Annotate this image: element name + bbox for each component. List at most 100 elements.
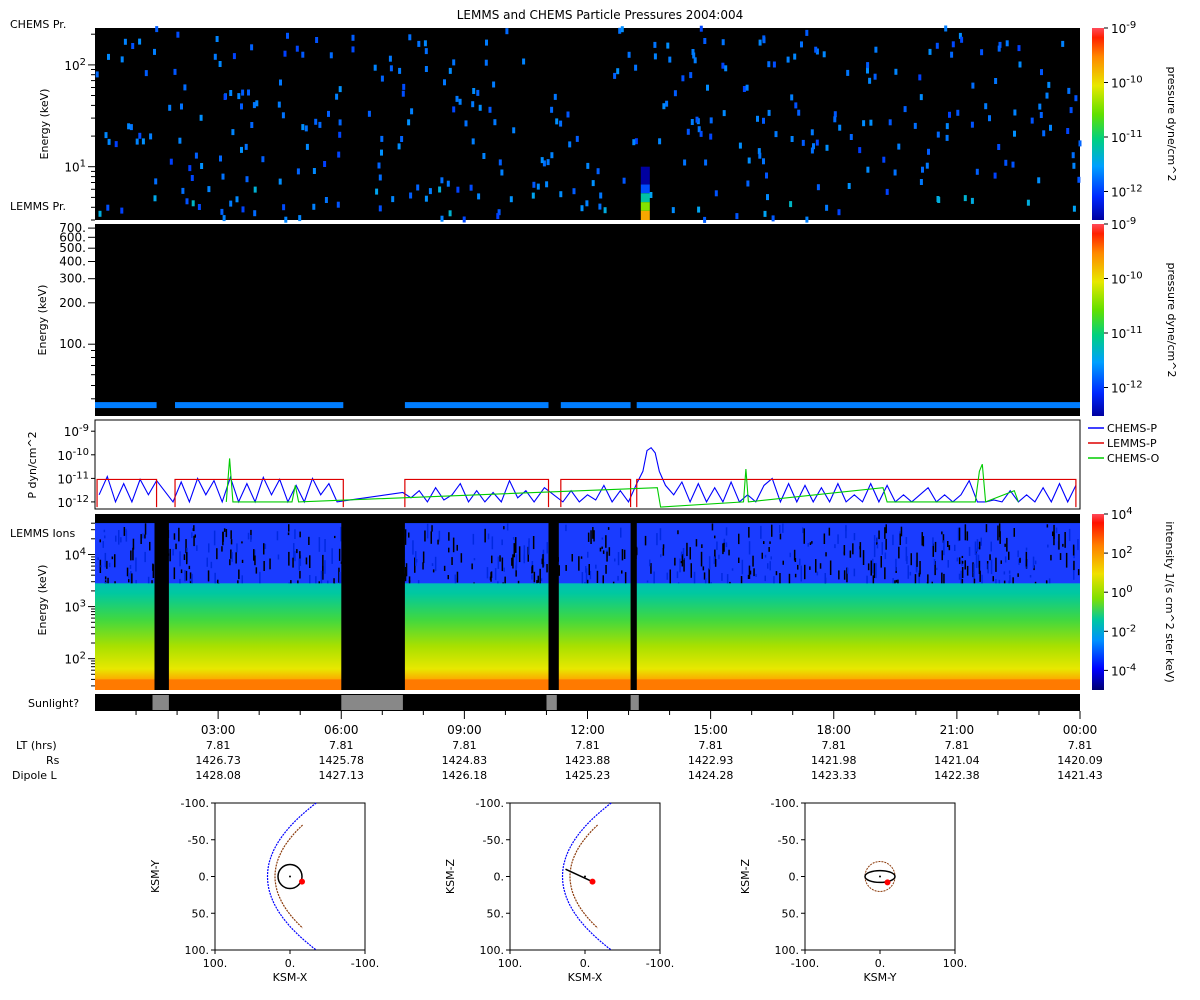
chems-pixel [745,84,749,91]
chems-pixel [464,120,468,127]
ions-speckle [494,568,497,581]
ions-speckle [681,554,684,567]
chems-pixel [455,95,459,102]
ions-speckle [193,535,195,547]
ions-speckle [644,535,647,546]
chems-pixel [709,117,713,124]
lt-value: 7.81 [329,739,354,752]
ions-speckle [586,579,589,584]
saturn-marker [879,875,881,878]
chems-pixel [440,177,444,184]
chems-pixel [810,147,814,154]
chems-pixel [1013,130,1016,137]
chems-pixel [295,45,299,52]
ions-speckle [990,559,993,575]
chems-pixel [378,205,382,212]
ions-speckle [852,543,854,555]
ions-speckle [862,550,865,565]
chems-pixel [866,67,869,74]
chems-pixel [388,55,392,62]
chems-pixel [944,25,948,32]
sunlight-interval [630,695,639,710]
figure-title: LEMMS and CHEMS Particle Pressures 2004:… [457,8,744,22]
ions-speckle [213,530,216,546]
ions-speckle [309,575,311,584]
chems-pixel [758,152,762,159]
chems-pixel [706,84,709,91]
ions-speckle [689,547,691,560]
ions-speckle [819,563,822,569]
chems-pixel [559,120,563,127]
chems-pixel [185,198,189,205]
chems-pixel [767,109,771,116]
ions-speckle [829,560,832,575]
ions-speckle [1032,556,1035,569]
chems-pixel [762,37,766,44]
chems-pixel [709,133,713,140]
chems-pixel [153,195,157,202]
chems-pixel [1047,81,1051,88]
chems-pixel [200,163,204,169]
chems-pixel [428,188,432,195]
chems-pixel [928,48,932,55]
ions-speckle [503,567,505,572]
chems-pixel [378,174,382,181]
ions-speckle [943,573,945,584]
ions-speckle [1008,570,1011,574]
chems-pixel [1030,117,1034,124]
chems-pixel [1038,103,1042,110]
ions-speckle [601,537,604,540]
ions-speckle [763,541,765,544]
ions-top-empty [95,514,1080,524]
sunlight-interval [152,695,169,710]
ions-speckle [995,579,997,584]
chems-colorbar-tick-label-base: 10 [1111,77,1126,91]
chems-pixel [241,206,245,213]
ions-speckle [487,533,490,540]
chems-enhancement-cell [640,175,650,185]
chems-pixel [173,68,177,75]
chems-pixel [585,200,589,207]
ions-speckle [761,552,763,559]
time-tick-label: 12:00 [570,723,605,737]
chems-tick-label: 102 [64,57,86,73]
lt-value: 7.81 [1068,739,1093,752]
chems-pixel [825,144,829,151]
ions-speckle [881,542,883,555]
ions-speckle [701,544,703,548]
ions-speckle [992,576,994,582]
ions-speckle [948,545,951,551]
chems-pixel [903,106,907,113]
ions-speckle [941,531,943,535]
chems-pixel [984,103,988,110]
ions-speckle [748,541,751,555]
ions-speckle [895,558,897,571]
ions-speckle [605,565,607,574]
chems-pixel [653,41,657,48]
chems-pixel [673,90,677,97]
ions-speckle [932,537,934,546]
ions-speckle [878,530,880,540]
ions-speckle [660,554,662,558]
chems-pixel [153,48,156,55]
ions-speckle [656,533,658,546]
ions-speckle [809,566,811,570]
ions-speckle [565,565,567,571]
chems-pixel [458,98,462,105]
chems-pixel [919,179,923,185]
ions-speckle [584,582,586,584]
chems-pixel [337,151,341,158]
ions-speckle [288,551,290,566]
chems-pixel [240,103,243,110]
chems-pixel [721,39,725,46]
chems-pixel [471,138,475,145]
orbit-y-label: KSM-Z [444,858,457,894]
ions-speckle [1047,544,1049,548]
ions-speckle [452,537,455,553]
chems-pixel [951,41,955,48]
chems-pixel [250,122,254,128]
ions-colorbar-tick-label-base: 10 [1111,547,1126,561]
chems-pixel [671,207,675,214]
ions-speckle [753,568,755,577]
ions-speckle [334,535,336,539]
